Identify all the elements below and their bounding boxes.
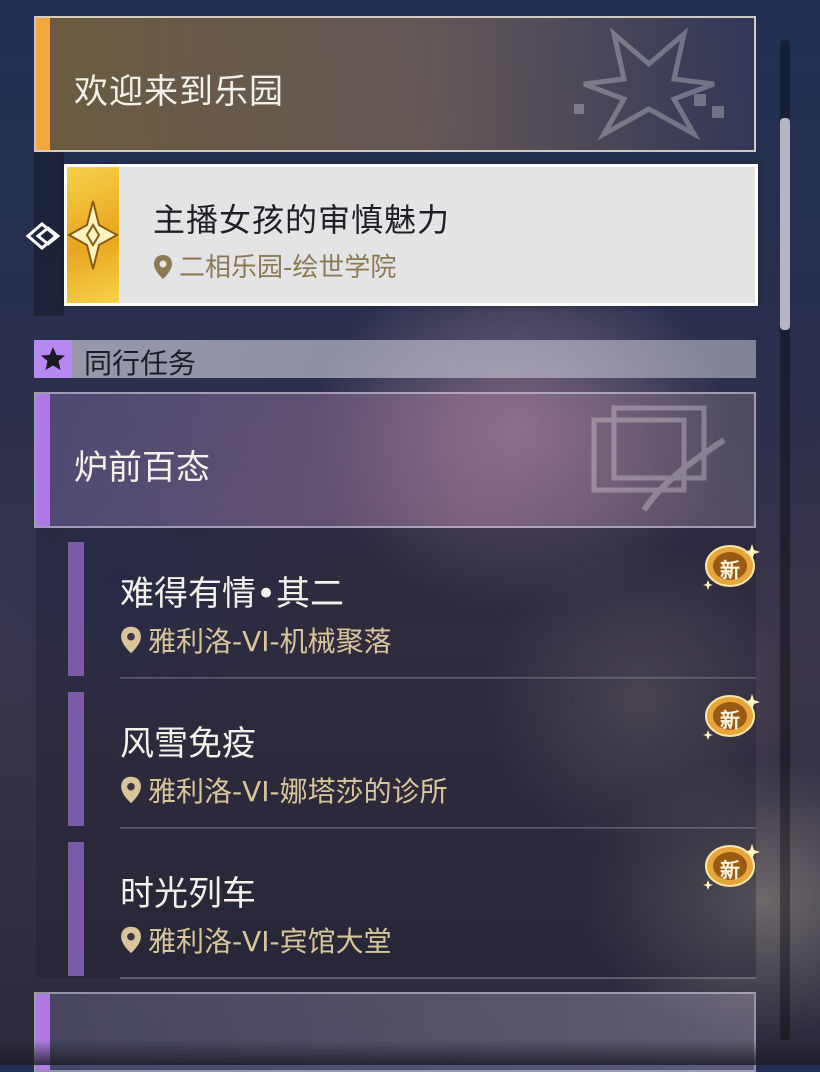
divider bbox=[120, 977, 756, 979]
scroll-feather-emblem-icon bbox=[591, 405, 726, 512]
quest-item[interactable]: 难得有情•其二 雅利洛-VI-机械聚落 新 bbox=[36, 528, 760, 679]
quest-item-bar bbox=[68, 692, 84, 826]
main-mission-header[interactable]: 欢迎来到乐园 bbox=[34, 16, 756, 152]
location-pin-icon bbox=[154, 255, 172, 279]
location-pin-icon bbox=[121, 776, 141, 804]
new-badge: 新 bbox=[702, 692, 762, 746]
quest-item-title: 时光列车 bbox=[120, 874, 256, 914]
main-mission-title: 欢迎来到乐园 bbox=[74, 72, 284, 112]
star-quest-icon bbox=[66, 200, 120, 270]
main-mission-accent bbox=[36, 18, 50, 150]
section-label: 同行任务 bbox=[84, 347, 197, 380]
quest-item-location: 雅利洛-VI-机械聚落 bbox=[120, 620, 392, 660]
quest-item[interactable]: 时光列车 雅利洛-VI-宾馆大堂 新 bbox=[36, 828, 760, 979]
quest-group-title: 炉前百态 bbox=[74, 448, 210, 488]
quest-item-bar bbox=[68, 842, 84, 976]
new-badge-text: 新 bbox=[720, 558, 740, 582]
companion-quests-section-header: 同行任务 bbox=[34, 340, 756, 380]
location-pin-icon bbox=[121, 626, 141, 654]
selected-quest-title: 主播女孩的审慎魅力 bbox=[153, 201, 451, 239]
quest-item-location-text: 雅利洛-VI-娜塔莎的诊所 bbox=[148, 775, 448, 808]
selection-arrow-icon bbox=[25, 222, 61, 250]
new-badge-text: 新 bbox=[720, 858, 740, 882]
quest-item-title: 难得有情•其二 bbox=[120, 574, 345, 614]
quest-item-bar bbox=[68, 542, 84, 676]
scrollbar-thumb[interactable] bbox=[780, 118, 790, 330]
star-badge-icon bbox=[34, 340, 72, 378]
quest-item[interactable]: 风雪免疫 雅利洛-VI-娜塔莎的诊所 新 bbox=[36, 678, 760, 829]
quest-item-location: 雅利洛-VI-娜塔莎的诊所 bbox=[120, 770, 448, 810]
quest-item-location: 雅利洛-VI-宾馆大堂 bbox=[120, 920, 392, 960]
quest-type-badge bbox=[66, 167, 120, 303]
quest-item-location-text: 雅利洛-VI-机械聚落 bbox=[148, 625, 392, 658]
location-pin-icon bbox=[121, 926, 141, 954]
faction-emblem-icon bbox=[574, 27, 724, 141]
new-badge: 新 bbox=[702, 542, 762, 596]
selected-quest-location-text: 二相乐园-绘世学院 bbox=[179, 253, 397, 283]
new-badge-text: 新 bbox=[720, 708, 740, 732]
group-accent bbox=[36, 394, 50, 526]
selected-quest-location: 二相乐园-绘世学院 bbox=[153, 247, 396, 284]
quest-group-header[interactable]: 炉前百态 bbox=[34, 392, 756, 528]
quest-item-title: 风雪免疫 bbox=[120, 724, 256, 764]
selected-quest-card[interactable]: 主播女孩的审慎魅力 二相乐园-绘世学院 bbox=[64, 164, 758, 306]
list-fade bbox=[0, 1040, 820, 1065]
quest-item-location-text: 雅利洛-VI-宾馆大堂 bbox=[148, 925, 392, 958]
new-badge: 新 bbox=[702, 842, 762, 896]
